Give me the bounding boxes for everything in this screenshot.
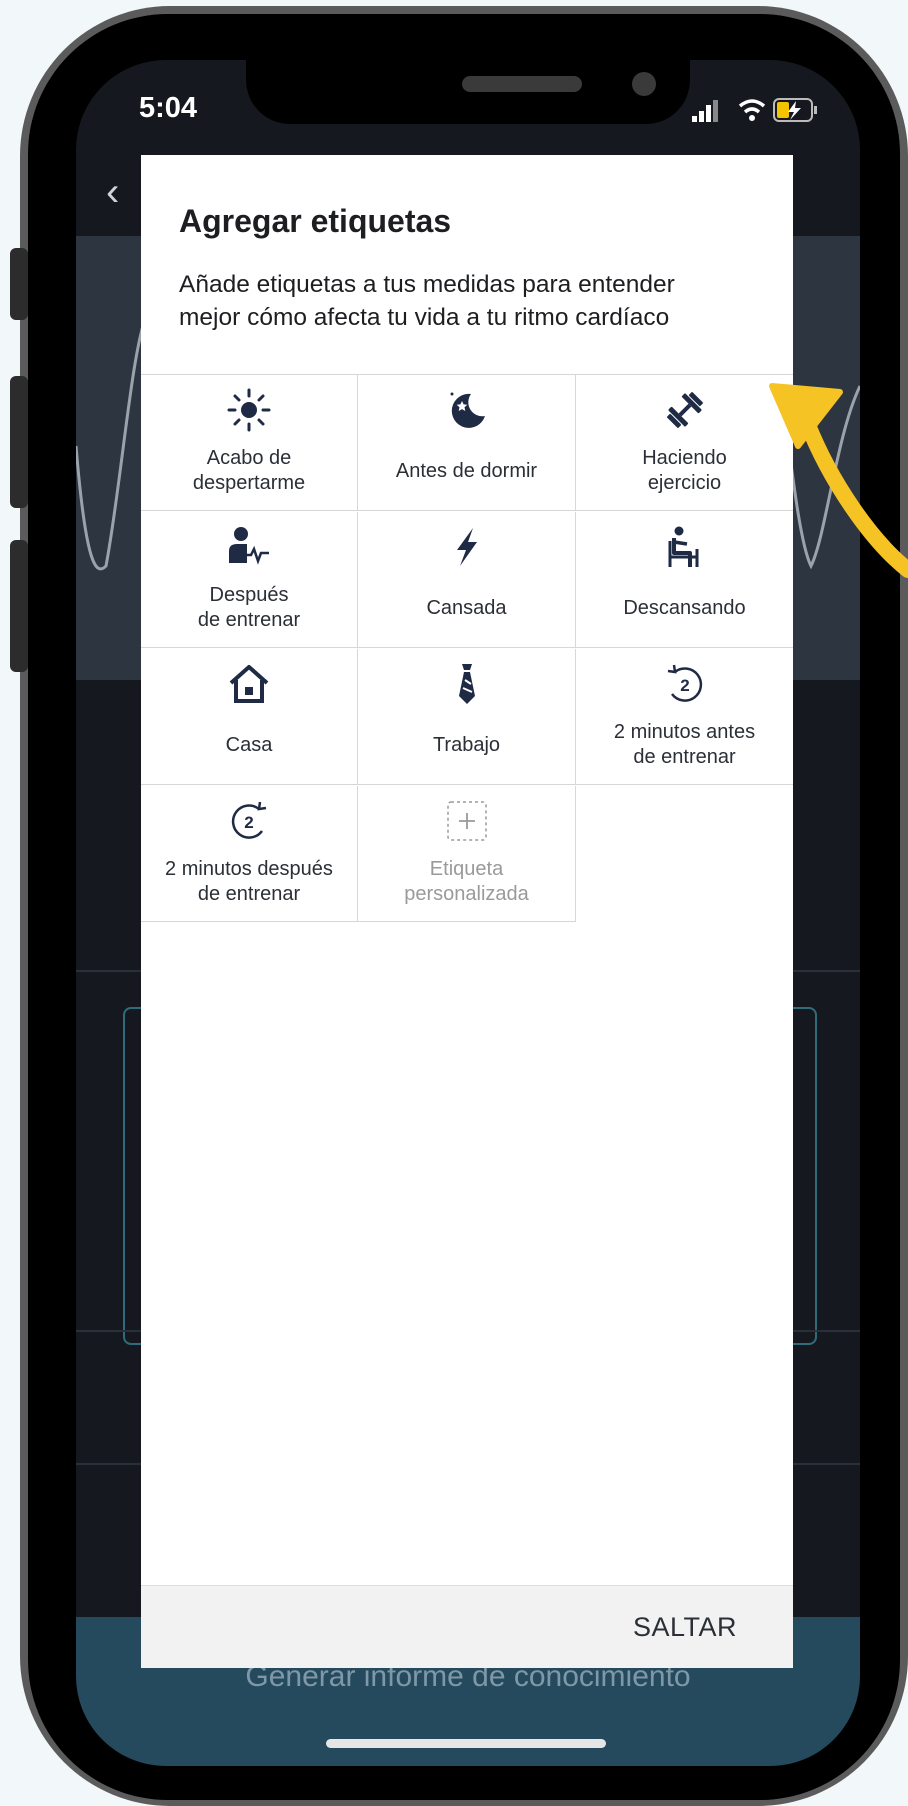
tag-label: Descansando <box>623 597 746 619</box>
tag-cansada[interactable]: Cansada <box>358 512 576 648</box>
skip-button[interactable]: SALTAR <box>633 1612 737 1643</box>
tag-acabo-de-despertarme[interactable]: Acabo de despertarme <box>141 375 358 511</box>
modal-description-line1: Añade etiquetas a tus medidas para enten… <box>179 271 675 298</box>
tag-label-line2: de entrenar <box>197 609 301 631</box>
tag-label-line1: 2 minutos después <box>165 858 333 880</box>
tag-despues-de-entrenar[interactable]: Después de entrenar <box>141 512 358 648</box>
tag-2-minutos-antes[interactable]: 2 2 minutos antes de entrenar <box>576 649 793 785</box>
person-heartbeat-icon <box>141 524 357 570</box>
modal-footer: SALTAR <box>141 1585 793 1668</box>
tag-label: 2 minutos antes de entrenar <box>576 720 793 770</box>
tag-label-line2: de entrenar <box>633 746 736 768</box>
tag-label: Cansada <box>426 597 507 619</box>
countup-2-icon: 2 <box>141 798 357 844</box>
volume-up-button <box>10 376 28 508</box>
svg-text:2: 2 <box>680 676 689 695</box>
tag-trabajo[interactable]: Trabajo <box>358 649 576 785</box>
front-camera <box>632 72 656 96</box>
tag-label: Después de entrenar <box>141 583 357 633</box>
tag-label: Etiqueta personalizada <box>358 857 575 907</box>
modal-description: Añade etiquetas a tus medidas para enten… <box>179 268 769 334</box>
tag-label-line2: despertarme <box>192 472 306 494</box>
tag-label: Acabo de despertarme <box>141 446 357 496</box>
countdown-2-icon: 2 <box>576 661 793 707</box>
home-indicator <box>326 1739 606 1748</box>
tag-label-line1: Acabo de <box>206 447 292 469</box>
tag-casa[interactable]: Casa <box>141 649 358 785</box>
lightning-icon <box>358 524 575 570</box>
sun-icon <box>141 387 357 433</box>
volume-down-button <box>10 540 28 672</box>
status-icons <box>692 98 817 122</box>
tag-label-line1: 2 minutos antes <box>613 721 756 743</box>
mute-switch <box>10 248 28 320</box>
tag-etiqueta-personalizada[interactable]: Etiqueta personalizada <box>358 786 576 922</box>
tag-antes-de-dormir[interactable]: Antes de dormir <box>358 375 576 511</box>
tag-label: Antes de dormir <box>395 460 538 482</box>
plus-box-icon <box>358 798 575 844</box>
back-chevron-icon: ‹ <box>106 170 120 214</box>
house-icon <box>141 661 357 707</box>
signal-icon <box>692 100 718 122</box>
moon-icon <box>358 387 575 433</box>
wifi-icon <box>738 99 766 121</box>
tag-label-line2: de entrenar <box>197 883 301 905</box>
tag-label: Casa <box>225 734 273 756</box>
tag-label-line1: Haciendo <box>642 447 727 469</box>
modal-title: Agregar etiquetas <box>179 203 452 239</box>
notch <box>246 60 690 124</box>
tag-label-line2: ejercicio <box>647 472 722 494</box>
tag-label-line1: Etiqueta <box>429 858 504 880</box>
tag-2-minutos-despues[interactable]: 2 2 minutos después de entrenar <box>141 786 358 922</box>
status-time: 5:04 <box>139 92 198 124</box>
yellow-arrow-icon <box>769 383 908 578</box>
battery-charging-icon <box>773 98 817 122</box>
speaker-grille <box>462 76 582 92</box>
tag-label: 2 minutos después de entrenar <box>141 857 357 907</box>
tag-label-line2: personalizada <box>404 883 529 905</box>
tag-label-line1: Después <box>209 584 289 606</box>
tag-grid: Acabo de despertarme Antes de dormir Hac… <box>141 374 793 923</box>
svg-text:2: 2 <box>244 813 253 832</box>
add-tags-modal: Agregar etiquetas Añade etiquetas a tus … <box>141 155 793 1668</box>
modal-description-line2: mejor cómo afecta tu vida a tu ritmo car… <box>179 304 670 331</box>
tie-icon <box>358 661 575 707</box>
tag-label: Trabajo <box>432 734 501 756</box>
